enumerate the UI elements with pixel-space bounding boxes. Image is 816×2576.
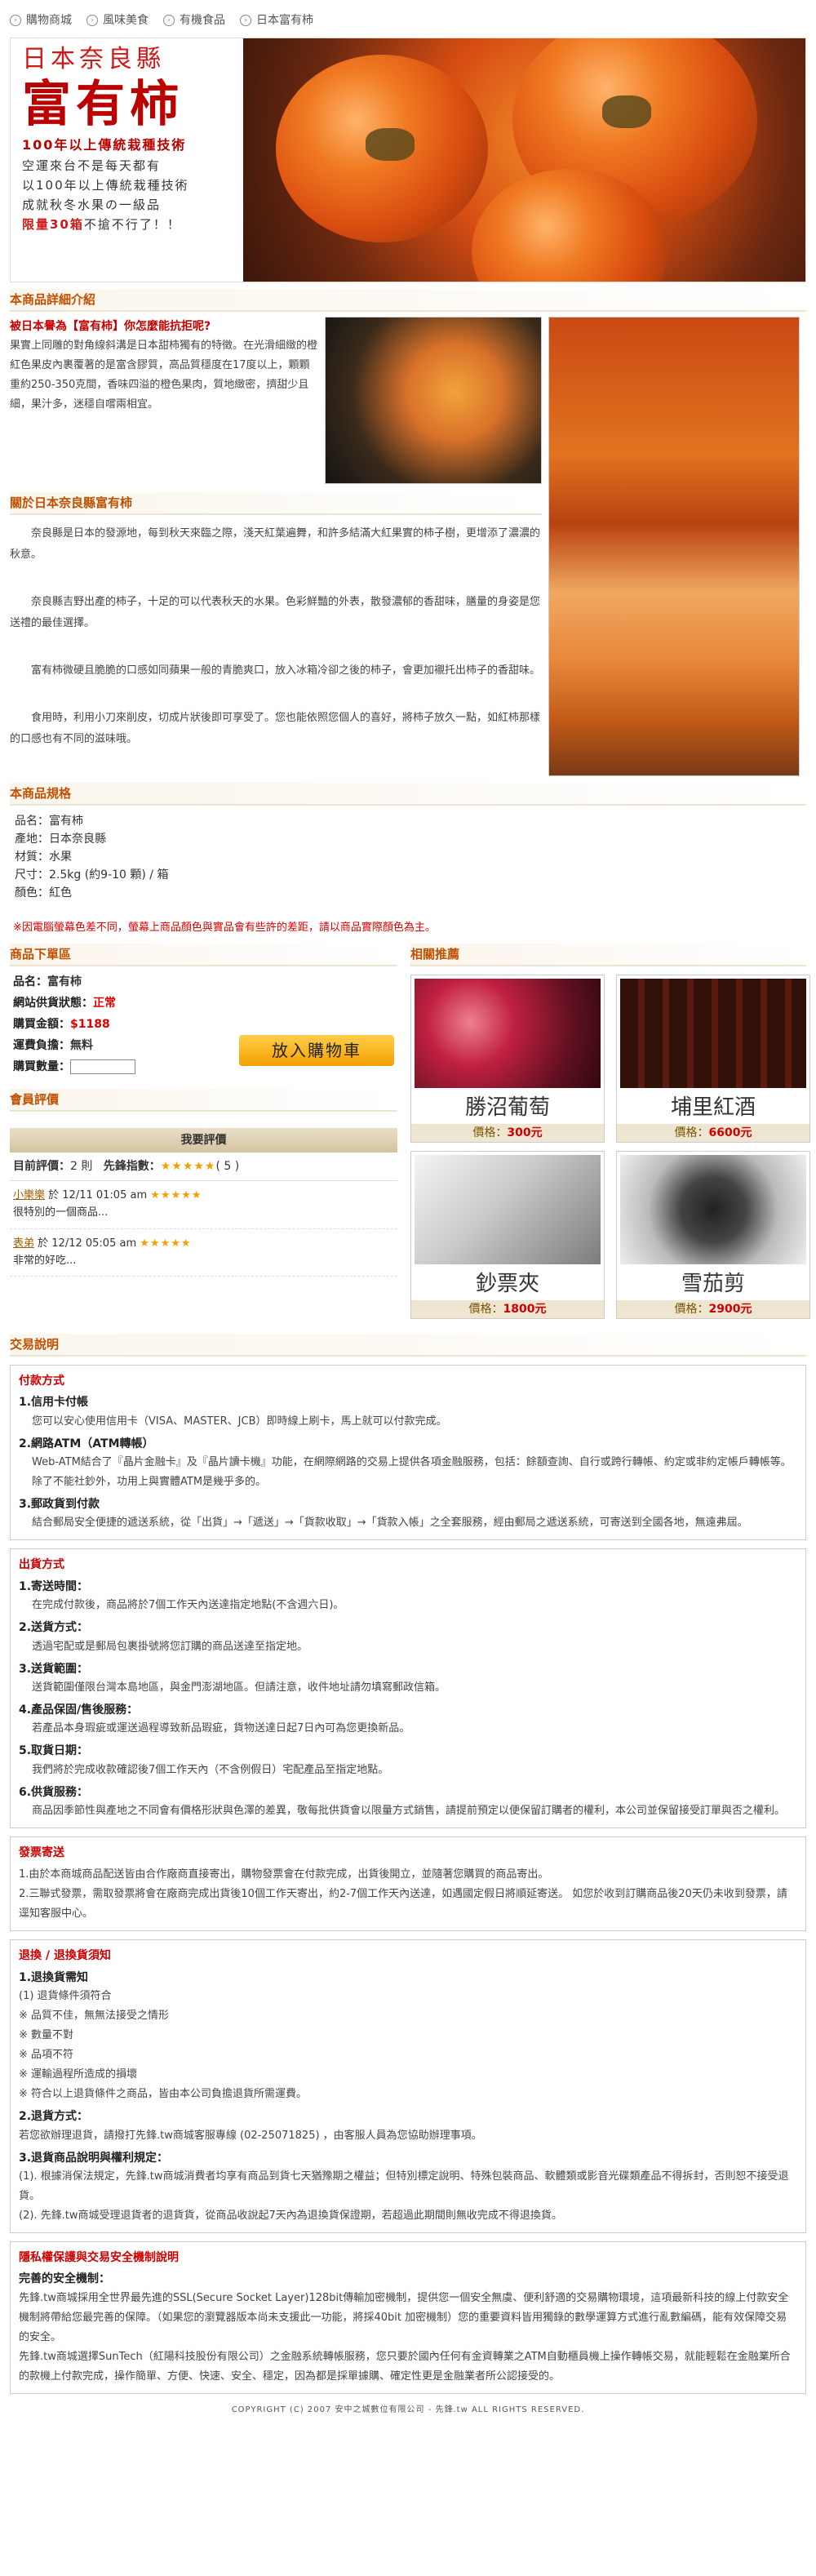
- section-header-reviews: 會員評價: [10, 1088, 397, 1112]
- section-header-related: 相關推薦: [410, 943, 806, 966]
- return-box: 退換 / 退換貨須知 1.退換貨需知 (1) 退貨條件須符合 ※ 品質不佳，無無…: [10, 1939, 806, 2234]
- color-notice: ※因電腦螢幕色差不同，螢幕上商品顏色與實品會有些許的差距，請以商品實際顏色為主。: [13, 922, 436, 934]
- circle-bullet-icon: ›: [10, 14, 21, 26]
- write-review-button[interactable]: 我要評價: [10, 1127, 397, 1153]
- related-products: 勝沼葡萄 價格：300元 埔里紅酒 價格：6600元 鈔票夾 價格：1800元 …: [410, 974, 810, 1319]
- breadcrumb-item-3[interactable]: › 有機食品: [163, 11, 225, 29]
- review-item: 表弟 於 12/12 05:05 am ★★★★★ 非常的好吃...: [10, 1229, 397, 1277]
- circle-bullet-icon: ›: [240, 14, 251, 26]
- related-product-card[interactable]: 雪茄剪 價格：2900元: [616, 1150, 810, 1319]
- breadcrumb-item-1[interactable]: › 購物商城: [10, 11, 72, 29]
- hero-tagline: 100年以上傳統栽種技術: [22, 137, 187, 153]
- money-clip-image: [415, 1154, 601, 1264]
- persimmon-slices-image: [548, 317, 800, 776]
- section-header-about: 關於日本奈良縣富有柿: [10, 492, 542, 515]
- breadcrumb-item-2[interactable]: › 風味美食: [86, 11, 149, 29]
- rating-stars: ★★★★★: [160, 1159, 216, 1173]
- wine-bottles-image: [620, 978, 806, 1088]
- section-header-details: 本商品詳細介紹: [10, 289, 806, 312]
- cigar-cutter-image: [620, 1154, 806, 1264]
- rating-stars: ★★★★★: [150, 1189, 202, 1202]
- hero-title: 富有柿: [22, 76, 184, 133]
- shipping-box: 出貨方式 1.寄送時間： 在完成付款後，商品將於7個工作天內送達指定地點(不含週…: [10, 1548, 806, 1829]
- related-product-card[interactable]: 勝沼葡萄 價格：300元: [410, 974, 605, 1143]
- reviewer-link[interactable]: 表弟: [13, 1237, 34, 1250]
- breadcrumb-item-4[interactable]: › 日本富有柿: [240, 11, 313, 29]
- breadcrumb: › 購物商城 › 風味美食 › 有機食品 › 日本富有柿: [10, 8, 806, 33]
- quantity-input[interactable]: [70, 1059, 135, 1074]
- rating-stars: ★★★★★: [140, 1237, 192, 1250]
- circle-bullet-icon: ›: [86, 14, 98, 26]
- grape-image: [415, 978, 601, 1088]
- hero-banner: 日本奈良縣 富有柿 100年以上傳統栽種技術 空運來台不是每天都有 以100年以…: [10, 38, 806, 282]
- intro-text: 被日本譽為【富有柿】你怎麼能抗拒呢? 果實上同雕的對角線斜溝是日本甜柿獨有的特徵…: [10, 320, 318, 411]
- payment-box: 付款方式 1.信用卡付帳 您可以安心使用信用卡（VISA、MASTER、JCB）…: [10, 1364, 806, 1541]
- review-summary: 目前評價：2 則 先鋒指數：★★★★★( 5 ): [10, 1153, 397, 1182]
- reviewer-link[interactable]: 小樂樂: [13, 1189, 45, 1201]
- page: › 購物商城 › 風味美食 › 有機食品 › 日本富有柿 日本奈良縣 富有柿 100年以…: [0, 0, 816, 2576]
- hero-subtitle: 日本奈良縣: [22, 45, 165, 73]
- invoice-box: 發票寄送 1.由於本商城商品配送皆由合作廠商直接寄出，購物發票會在付款完成，出貨…: [10, 1837, 806, 1932]
- review-item: 小樂樂 於 12/11 01:05 am ★★★★★ 很特別的一個商品...: [10, 1181, 397, 1229]
- section-header-specs: 本商品規格: [10, 783, 806, 806]
- persimmon-photo: [243, 38, 805, 282]
- related-product-card[interactable]: 埔里紅酒 價格：6600元: [616, 974, 810, 1143]
- section-header-order: 商品下單區: [10, 943, 397, 966]
- circle-bullet-icon: ›: [163, 14, 175, 26]
- section-header-transaction: 交易說明: [10, 1333, 806, 1357]
- spec-list: 品名：富有柿 產地：日本奈良縣 材質：水果 尺寸：2.5kg (約9-10 顆)…: [15, 815, 169, 899]
- add-to-cart-button[interactable]: 放入購物車: [239, 1034, 394, 1066]
- copyright: COPYRIGHT (C) 2007 安中之城數位有限公司 - 先鋒.tw AL…: [231, 2405, 585, 2414]
- privacy-box: 隱私權保護與交易安全機制說明 完善的安全機制： 先鋒.tw商城採用全世界最先進的…: [10, 2241, 806, 2394]
- related-product-card[interactable]: 鈔票夾 價格：1800元: [410, 1150, 605, 1319]
- cut-persimmon-image: [325, 317, 542, 484]
